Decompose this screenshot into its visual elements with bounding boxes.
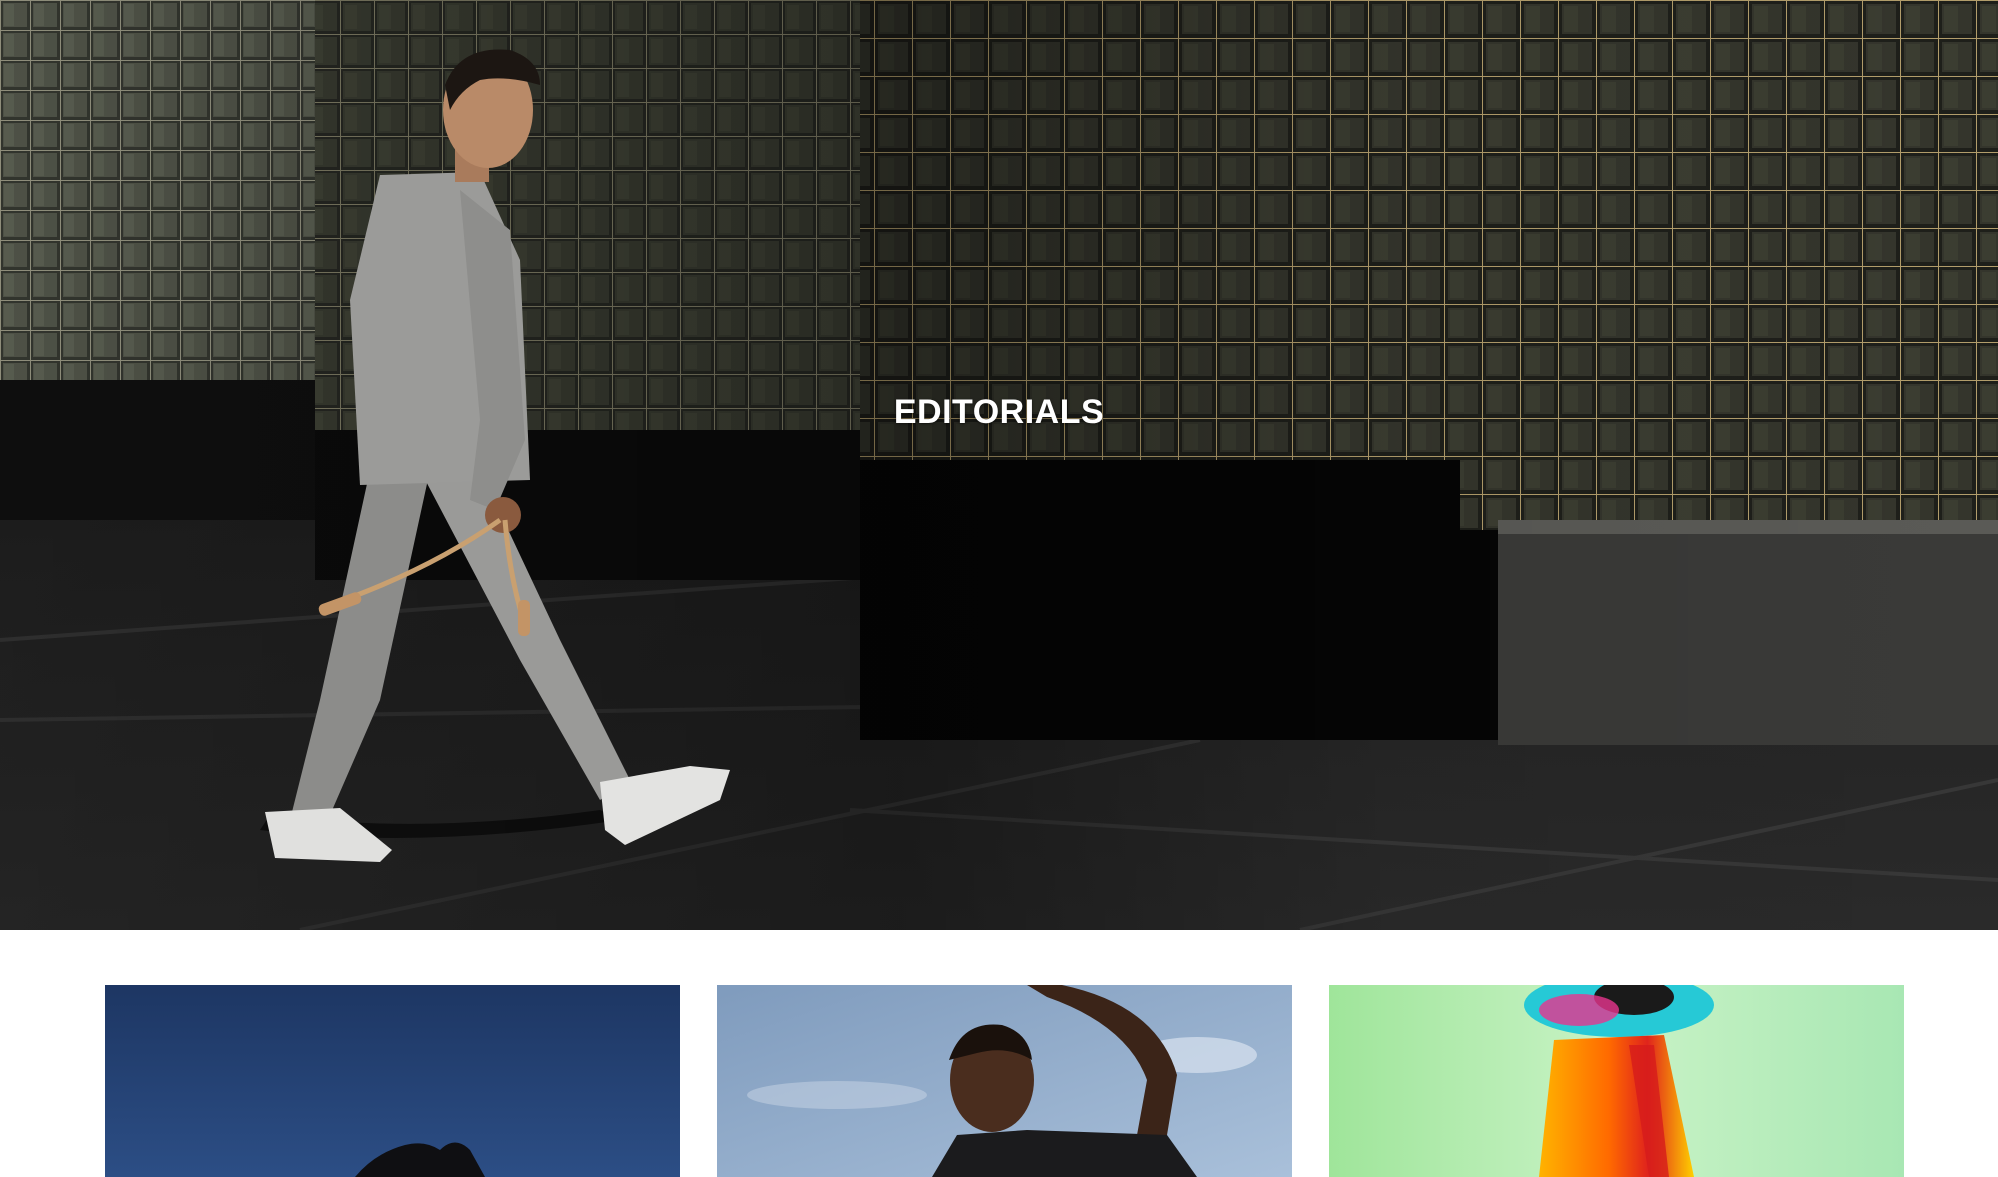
editorial-thumbnail-portrait-sky <box>717 985 1292 1177</box>
editorial-card[interactable] <box>1329 985 1904 1177</box>
page-title: EDITORIALS <box>893 393 1105 431</box>
hero-photo <box>0 0 1998 930</box>
editorials-grid <box>105 985 1905 1177</box>
editorial-card[interactable] <box>105 985 680 1177</box>
editorial-thumbnail-blue-sky <box>105 985 680 1177</box>
editorial-card[interactable] <box>717 985 1292 1177</box>
hero-banner: EDITORIALS <box>0 0 1998 930</box>
editorial-thumbnail-colorful-fabric <box>1329 985 1904 1177</box>
